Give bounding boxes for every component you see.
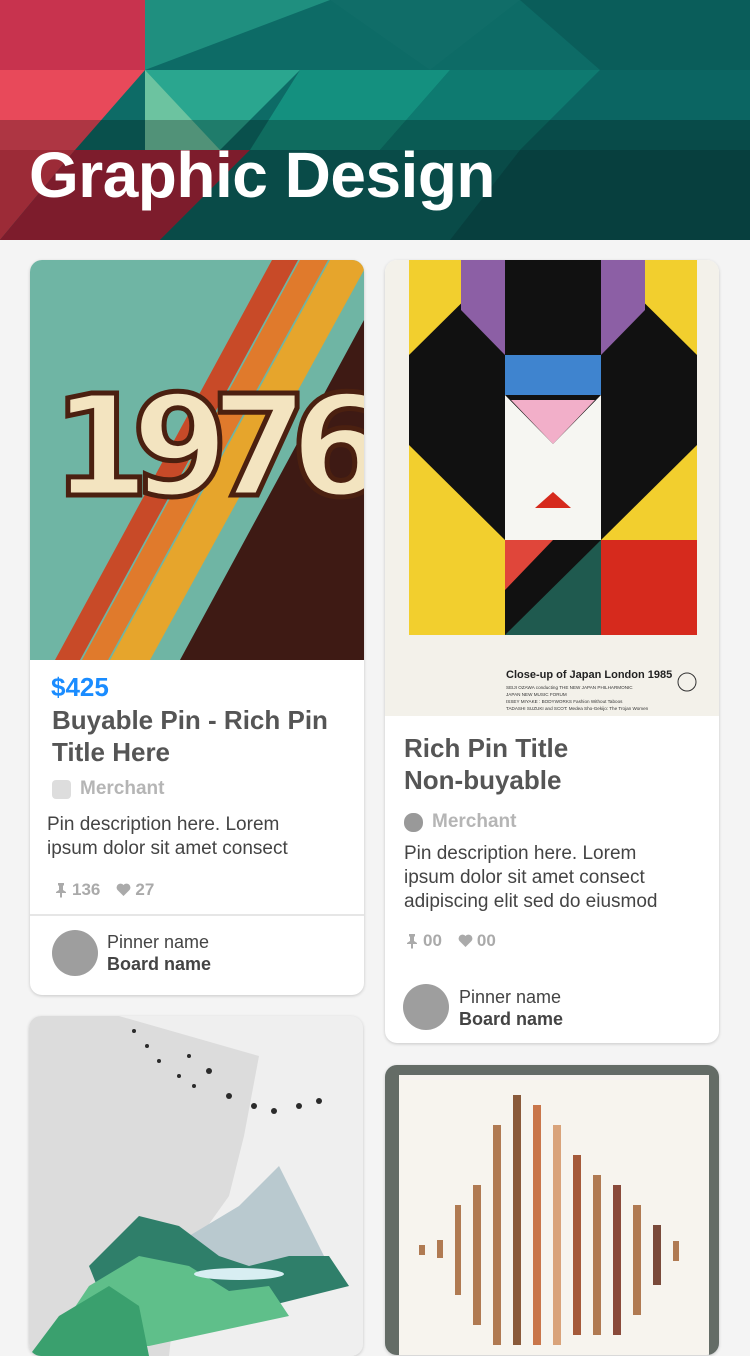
repin-count[interactable]: 136 — [54, 880, 100, 900]
heart-icon — [458, 934, 473, 947]
svg-text:ISSEY MIYAKE : BODYWORKS Fas: ISSEY MIYAKE : BODYWORKS Fashion Without… — [506, 699, 623, 704]
pin-card-striped-portrait[interactable] — [385, 1065, 719, 1355]
board-name[interactable]: Board name — [459, 1008, 563, 1030]
repin-count[interactable]: 00 — [405, 931, 442, 951]
pin-image-1976-poster[interactable]: 1976 — [30, 260, 364, 660]
merchant-label: Merchant — [80, 778, 165, 799]
svg-text:Close-up of Japan London 1985: Close-up of Japan London 1985 — [506, 669, 672, 681]
pin-card-rich[interactable]: Close-up of Japan London 1985 SEIJI OZAW… — [385, 260, 719, 1043]
merchant-link[interactable]: Merchant — [52, 778, 164, 800]
pinner-name[interactable]: Pinner name — [459, 986, 561, 1008]
pin-title-line-1: Buyable Pin - Rich Pin — [52, 705, 328, 735]
merchant-label: Merchant — [432, 811, 517, 832]
merchant-link[interactable]: Merchant — [404, 811, 516, 833]
pin-description-line-2: ipsum dolor sit amet consect — [47, 838, 288, 859]
pin-card-paper-mountains[interactable] — [29, 1016, 363, 1356]
pinner-avatar[interactable] — [403, 984, 449, 1030]
board-title: Graphic Design — [29, 139, 496, 211]
pin-title-line-2: Title Here — [52, 737, 171, 767]
like-count[interactable]: 00 — [458, 931, 496, 951]
pin-image-japan-poster[interactable]: Close-up of Japan London 1985 SEIJI OZAW… — [385, 260, 719, 716]
pin-title-line-1: Rich Pin Title — [404, 733, 569, 763]
pin-description-line-3: adipiscing elit sed do eiusmod — [404, 891, 658, 912]
svg-text:SEIJI OZAWA conducting THE NEW: SEIJI OZAWA conducting THE NEW JAPAN PHI… — [506, 685, 633, 690]
svg-text:TADASHI SUZUKI and SCOT: Medea: TADASHI SUZUKI and SCOT: Medea Sho-Gekij… — [506, 706, 649, 711]
pin-stats: 136 27 — [54, 880, 170, 900]
pin-card-buyable[interactable]: 1976 $425 Buyable Pin - Rich Pin Title H… — [30, 260, 364, 995]
board-header: Graphic Design — [0, 0, 750, 240]
card-divider — [30, 914, 364, 916]
like-count[interactable]: 27 — [116, 880, 154, 900]
pin-stats: 00 00 — [405, 931, 512, 951]
pin-description-line-1: Pin description here. Lorem — [404, 843, 637, 864]
pushpin-icon — [56, 883, 66, 898]
merchant-logo-icon — [52, 779, 71, 799]
merchant-logo-icon — [404, 812, 423, 832]
pinner-avatar[interactable] — [52, 930, 98, 976]
pin-price: $425 — [51, 672, 109, 702]
heart-icon — [116, 883, 131, 896]
pushpin-icon — [407, 934, 417, 949]
pin-image-striped-portrait[interactable] — [385, 1065, 719, 1355]
pin-image-paper-mountains[interactable] — [29, 1016, 363, 1356]
pin-title-line-2: Non-buyable — [404, 765, 562, 795]
pin-description-line-1: Pin description here. Lorem — [47, 814, 280, 835]
svg-text:JAPAN NEW MUSIC FORUM: JAPAN NEW MUSIC FORUM — [506, 692, 567, 697]
svg-text:1976: 1976 — [52, 366, 364, 529]
pin-description-line-2: ipsum dolor sit amet consect — [404, 867, 645, 888]
board-name[interactable]: Board name — [107, 953, 211, 975]
pinner-name[interactable]: Pinner name — [107, 931, 209, 953]
